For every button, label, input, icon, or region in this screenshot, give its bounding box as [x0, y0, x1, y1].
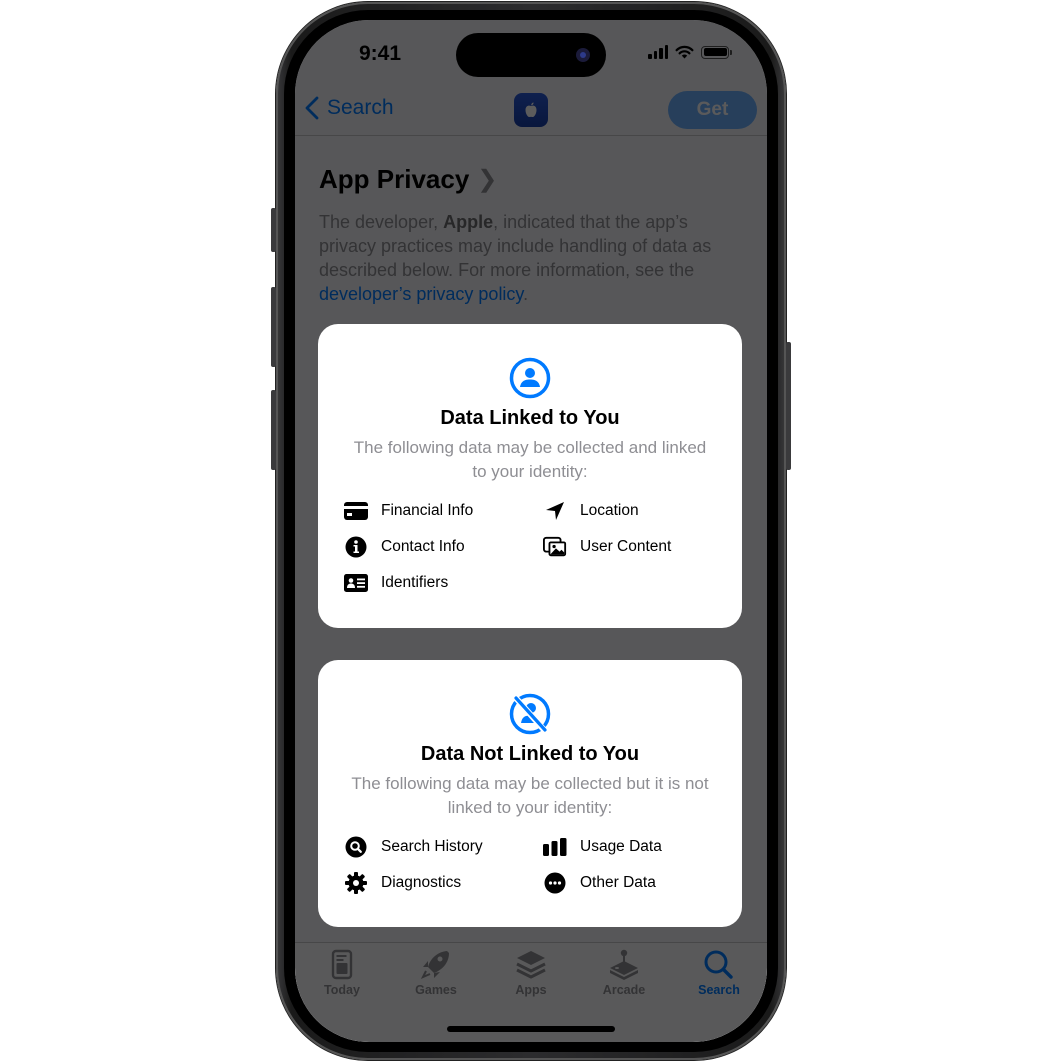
photos-icon: [543, 536, 567, 558]
data-type-item: Diagnostics: [344, 872, 543, 894]
privacy-policy-link[interactable]: developer’s privacy policy: [319, 284, 523, 304]
credit-card-icon: [344, 500, 368, 522]
data-type-label: Financial Info: [381, 502, 474, 519]
person-circle-icon: [509, 357, 551, 399]
status-bar: 9:41: [295, 20, 767, 86]
tab-search[interactable]: Search: [679, 949, 759, 997]
rocket-icon: [420, 951, 449, 979]
data-type-item: Other Data: [543, 872, 722, 894]
card-subtitle: The following data may be collected but …: [351, 774, 709, 817]
data-type-list: Search History Usage Data Diagnostics Ot…: [344, 836, 722, 894]
nav-bar: Search Get: [295, 86, 767, 136]
data-type-item: Search History: [344, 836, 543, 858]
data-type-label: Other Data: [580, 874, 656, 891]
search-icon: [704, 950, 733, 979]
dynamic-island: [456, 33, 606, 77]
data-type-item: Identifiers: [344, 572, 543, 594]
developer-name: Apple: [443, 212, 494, 232]
person-slash-icon: [509, 693, 551, 735]
get-button[interactable]: Get: [668, 91, 757, 129]
intro-text: .: [523, 284, 529, 304]
tab-label: Arcade: [602, 983, 646, 997]
volume-down-button: [271, 390, 276, 470]
stack-icon: [516, 951, 546, 979]
app-privacy-header[interactable]: App Privacy ❯: [319, 164, 497, 195]
card-title: Data Linked to You: [440, 407, 620, 429]
battery-icon: [701, 45, 732, 59]
intro-text: The developer,: [319, 212, 444, 232]
data-type-item: User Content: [543, 536, 722, 558]
data-type-label: Contact Info: [381, 538, 465, 555]
today-icon: [331, 949, 353, 980]
gear-icon: [344, 872, 368, 894]
app-icon[interactable]: [514, 93, 548, 127]
chevron-left-icon: [305, 96, 319, 120]
data-type-label: Search History: [381, 838, 483, 855]
card-subtitle: The following data may be collected and …: [353, 438, 707, 481]
data-not-linked-card: Data Not Linked to You The following dat…: [318, 660, 742, 927]
tab-today[interactable]: Today: [302, 949, 382, 997]
screen: 9:41 Search Get App Privacy ❯ The develo…: [295, 20, 767, 1042]
info-circle-icon: [344, 536, 368, 558]
power-button: [786, 342, 791, 470]
data-linked-card: Data Linked to You The following data ma…: [318, 324, 742, 628]
back-button[interactable]: Search: [305, 96, 394, 120]
tab-apps[interactable]: Apps: [491, 949, 571, 997]
home-indicator[interactable]: [447, 1026, 615, 1032]
status-icons: [648, 45, 732, 59]
volume-up-button: [271, 287, 276, 367]
location-arrow-icon: [543, 500, 567, 522]
ellipsis-circle-icon: [543, 872, 567, 894]
tab-games[interactable]: Games: [396, 949, 476, 997]
back-label: Search: [327, 96, 394, 119]
apple-logo-icon: [525, 102, 537, 118]
tab-label: Games: [415, 983, 457, 997]
data-type-label: Usage Data: [580, 838, 662, 855]
camera-icon: [576, 48, 590, 62]
data-type-label: User Content: [580, 538, 672, 555]
joystick-icon: [610, 949, 638, 980]
chevron-right-icon: ❯: [477, 166, 498, 193]
data-type-list: Financial Info Location Contact Info Use…: [344, 500, 722, 594]
wifi-icon: [675, 45, 694, 59]
data-type-label: Identifiers: [381, 574, 449, 591]
data-type-item: Location: [543, 500, 722, 522]
data-type-item: Usage Data: [543, 836, 722, 858]
search-circle-icon: [344, 836, 368, 858]
section-title: App Privacy: [319, 164, 470, 194]
cellular-signal-icon: [648, 45, 668, 59]
data-type-label: Location: [580, 502, 639, 519]
tab-label: Apps: [515, 983, 547, 997]
data-type-item: Contact Info: [344, 536, 543, 558]
card-title: Data Not Linked to You: [420, 743, 640, 765]
privacy-intro: The developer, Apple, indicated that the…: [319, 210, 749, 306]
tab-label: Search: [698, 983, 740, 997]
status-time: 9:41: [359, 42, 402, 65]
tab-arcade[interactable]: Arcade: [584, 949, 664, 997]
data-type-item: Financial Info: [344, 500, 543, 522]
action-button: [271, 208, 276, 252]
bar-chart-icon: [543, 836, 567, 858]
id-card-icon: [344, 572, 368, 594]
data-type-label: Diagnostics: [381, 874, 462, 891]
tab-label: Today: [324, 983, 360, 997]
